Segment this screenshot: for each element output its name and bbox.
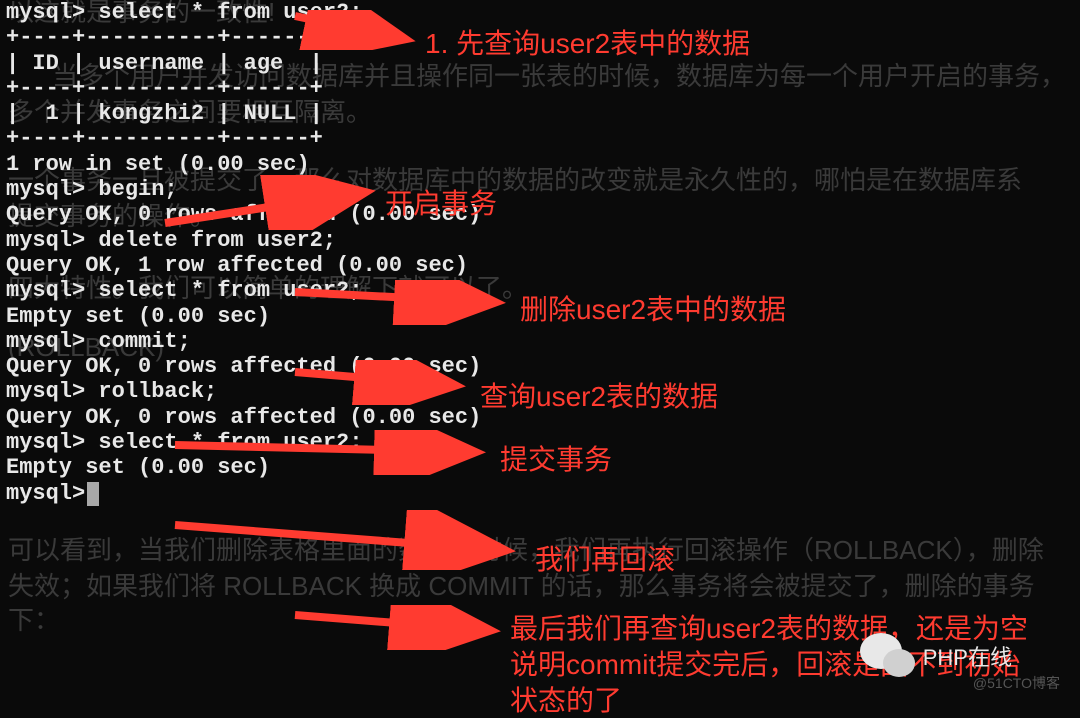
terminal-line: 1 row in set (0.00 sec) (6, 152, 1074, 177)
watermark: @51CTO博客 (973, 673, 1060, 693)
terminal-line: Query OK, 1 row affected (0.00 sec) (6, 253, 1074, 278)
terminal-line: +----+----------+------+ (6, 76, 1074, 101)
arrow-icon (160, 175, 380, 230)
arrow-icon (290, 280, 510, 325)
terminal-line: +----+----------+------+ (6, 126, 1074, 151)
terminal-line: | 1 | kongzhi2 | NULL | (6, 101, 1074, 126)
terminal-output: mysql> select * from user2; +----+------… (0, 0, 1080, 506)
annotation-label: 我们再回滚 (535, 538, 675, 578)
arrow-icon (170, 430, 490, 475)
terminal-line: mysql> delete from user2; (6, 228, 1074, 253)
terminal-line: mysql> commit; (6, 329, 1074, 354)
annotation-label: 开启事务 (385, 182, 497, 222)
arrow-icon (290, 360, 470, 405)
wechat-icon (860, 633, 915, 679)
bg-text: 下： (8, 600, 60, 637)
annotation-label: 提交事务 (500, 438, 612, 478)
annotation-label: 查询user2表的数据 (480, 375, 718, 415)
arrow-icon (290, 605, 505, 650)
bg-text: 可以看到，当我们删除表格里面的数据的时候，我们再执行回滚操作（ROLLBACK）… (8, 530, 1044, 567)
arrow-icon (290, 10, 420, 50)
bg-text: 失效；如果我们将 ROLLBACK 换成 COMMIT 的话，那么事务将会被提交… (8, 566, 1035, 603)
wechat-label: PHP在线 (923, 640, 1012, 672)
annotation-label: 删除user2表中的数据 (520, 288, 786, 328)
cursor-icon (87, 482, 99, 506)
terminal-line-prompt[interactable]: mysql> (6, 481, 1074, 506)
arrow-icon (170, 510, 520, 570)
annotation-label: 1. 先查询user2表中的数据 (425, 22, 750, 62)
